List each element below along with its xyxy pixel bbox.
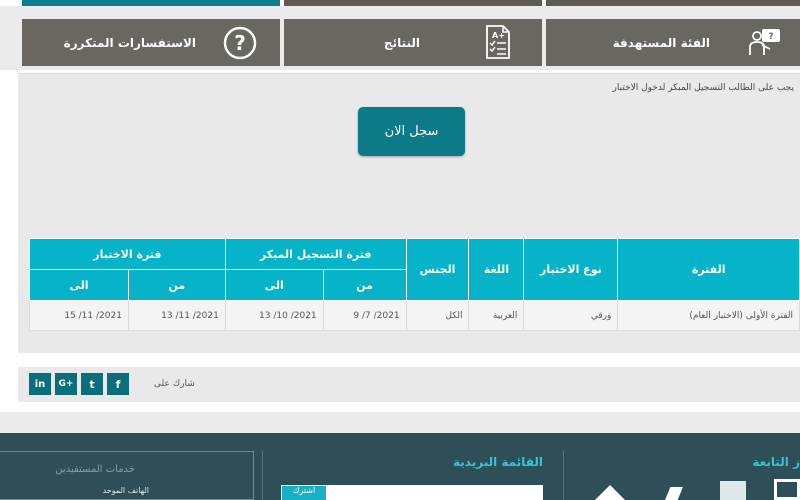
header-reg-to: الى [224,269,324,301]
tab-target-audience[interactable]: الفئة المستهدفة ? [546,19,800,66]
header-reg-from: من [322,269,407,301]
affiliate-logo[interactable] [720,481,746,500]
main-section: يجب على الطالب التسجيل المبكر لدخول الاخ… [0,70,800,412]
header-test-period: فترة الاختبار [29,238,226,270]
cell-test-from: 2021/ 11/ 13 [127,300,226,331]
cell-reg-to: 2021/ 10/ 13 [224,300,324,331]
cell-test-type: ورقي [523,300,619,331]
question-circle-icon: ? [222,25,258,64]
cell-reg-from: 2021/ 7/ 9 [322,300,407,331]
twitter-icon[interactable]: t [81,373,103,395]
table-row: الفترة الأولى (الاختبار العام) ورقي العر… [29,300,800,331]
header-test-to: الى [29,269,129,301]
footer-divider [563,451,564,500]
google-plus-icon[interactable]: G+ [55,373,77,395]
tab-target-audience-label: الفئة المستهدفة [612,35,710,50]
test-info-panel: يجب على الطالب التسجيل المبكر لدخول الاخ… [18,73,800,353]
schedule-table: الفترة نوع الاختبار اللغة الجنس فترة الت… [29,238,800,331]
tab-results[interactable]: النتائج A+ [284,19,542,66]
cell-gender: الكل [405,300,470,331]
services-title: خدمات المستفيدين [55,464,135,475]
page: الاستفسارات المتكررة ? النتائج A+ الفئة … [0,0,800,500]
header-early-registration: فترة التسجيل المبكر [224,238,407,270]
tab-faq[interactable]: الاستفسارات المتكررة ? [22,19,280,66]
tab-indicator [284,0,542,6]
footer: خدمات المستفيدين الهاتف الموحد القائمة ا… [0,433,800,500]
cell-language: العربية [468,300,525,331]
facebook-icon[interactable]: f [107,373,129,395]
target-audience-icon: ? [748,27,784,62]
affiliated-entities-title: ز التابعة [752,455,800,469]
beneficiary-services-box: خدمات المستفيدين الهاتف الموحد [0,451,254,500]
cell-test-to: 2021/ 11/ 15 [29,300,129,331]
early-registration-notice: يجب على الطالب التسجيل المبكر لدخول الاخ… [612,83,794,93]
footer-divider [262,451,263,500]
header-period: الفترة [617,238,800,301]
affiliate-logo[interactable] [595,485,625,500]
header-test-type: نوع الاختبار [523,238,619,301]
header-language: اللغة [468,238,525,301]
register-now-button[interactable]: سجل الان [358,107,465,156]
unified-phone-link[interactable]: الهاتف الموحد [103,486,149,495]
tab-indicator [546,0,800,6]
svg-text:?: ? [234,31,246,55]
tab-results-label: النتائج [383,35,420,50]
svg-text:A+: A+ [492,31,505,40]
header-test-from: من [127,269,226,301]
svg-text:?: ? [768,32,773,42]
share-label: شارك على [154,379,195,389]
affiliate-logo[interactable] [665,487,683,500]
subscribe-button[interactable]: اشترك [282,486,326,500]
affiliate-logo[interactable] [774,479,800,500]
tab-faq-label: الاستفسارات المتكررة [63,35,196,50]
results-checklist-icon: A+ [484,24,512,63]
mailing-list-title: القائمة البريدية [453,455,543,469]
header-gender: الجنس [405,238,470,301]
active-tab-indicator [22,0,280,6]
top-strip [0,0,800,6]
share-bar: شارك على f t G+ in [18,367,800,402]
cell-period: الفترة الأولى (الاختبار العام) [617,300,800,331]
linkedin-icon[interactable]: in [29,373,51,395]
